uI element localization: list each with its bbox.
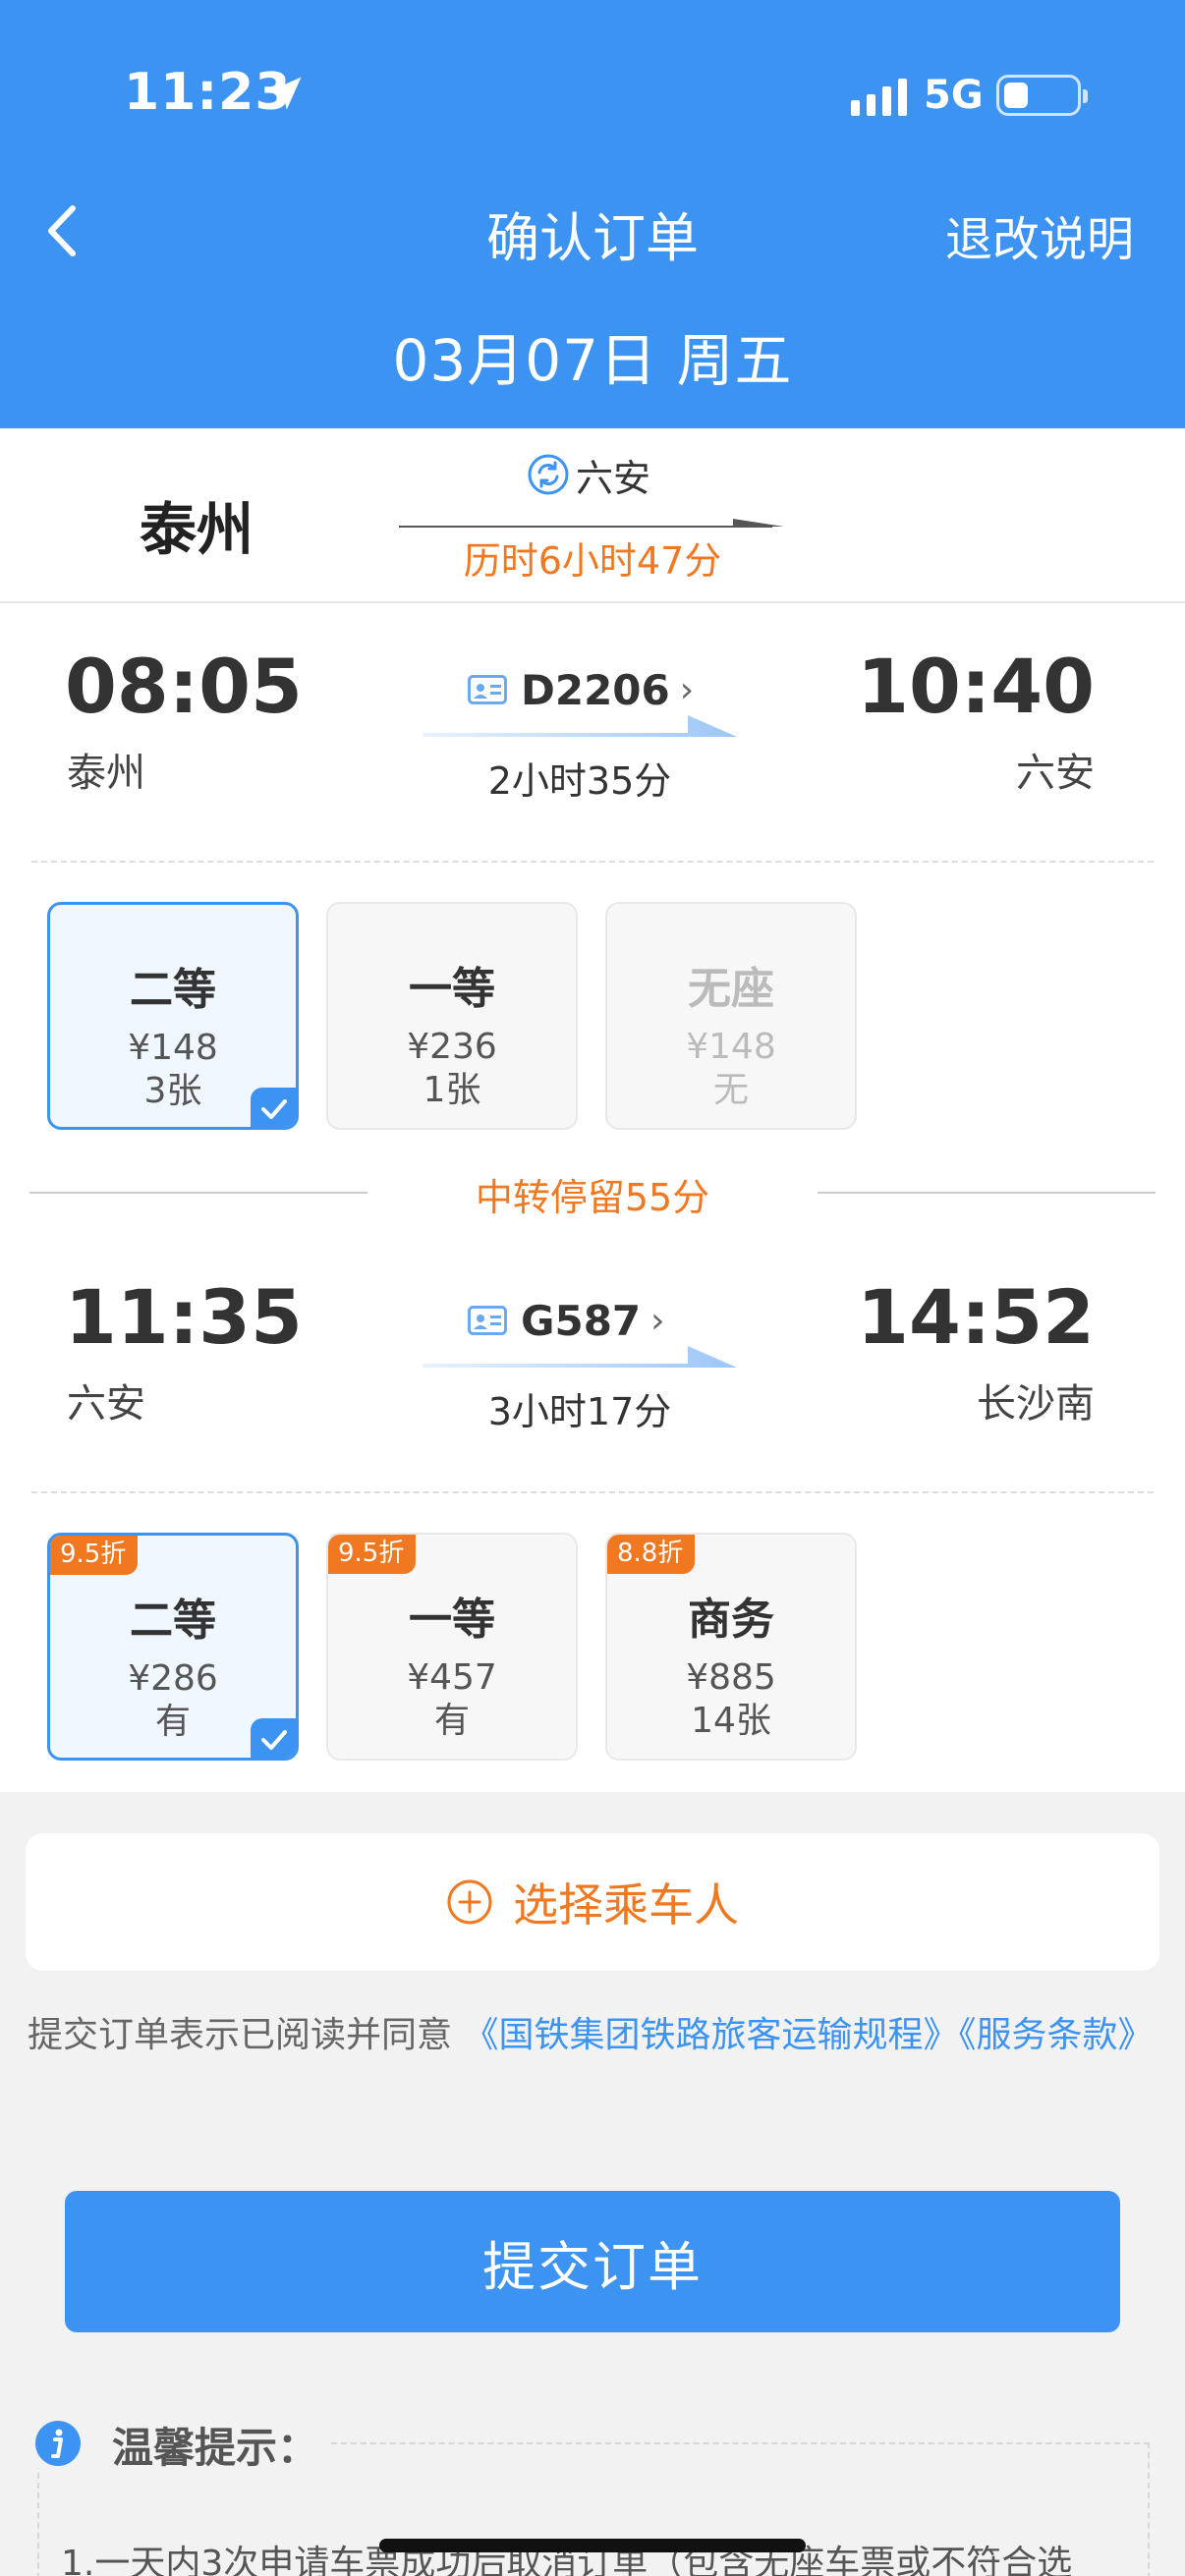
seat-price: ¥885	[686, 1657, 776, 1698]
signal-icon	[851, 79, 907, 116]
seat-card[interactable]: 一等 ¥236 1张	[326, 902, 578, 1130]
route-summary: 泰州 六安 历时6小时47分	[0, 428, 1185, 603]
via-station: 六安	[527, 448, 650, 501]
total-duration: 历时6小时47分	[463, 539, 722, 583]
seat-card[interactable]: 二等 ¥148 3张	[47, 902, 299, 1130]
discount-badge: 9.5折	[328, 1535, 417, 1574]
check-icon	[251, 1718, 296, 1758]
select-passenger-button[interactable]: 选择乘车人	[26, 1833, 1159, 1971]
seat-class: 一等	[409, 964, 495, 1014]
seat-price: ¥148	[686, 1027, 776, 1067]
submit-order-button[interactable]: 提交订单	[65, 2191, 1120, 2332]
seat-price: ¥236	[407, 1027, 497, 1067]
agreement-text: 提交订单表示已阅读并同意 《国铁集团铁路旅客运输规程》《服务条款》	[28, 2000, 1157, 2071]
arrival-time: 14:52	[857, 1273, 1095, 1361]
check-icon	[251, 1088, 296, 1127]
segment-2: 11:35 六安 G587 › 3小时17分 14:52 长沙南	[0, 1234, 1185, 1440]
route-arrow	[399, 519, 784, 528]
seat-price: ¥457	[407, 1657, 497, 1698]
travel-date: 03月07日 周五	[392, 327, 793, 394]
seat-availability: 1张	[423, 1070, 481, 1110]
seat-class: 商务	[688, 1595, 774, 1645]
regulation-link[interactable]: 《国铁集团铁路旅客运输规程》	[463, 2015, 958, 2055]
departure-station: 六安	[67, 1381, 145, 1427]
seat-class: 无座	[688, 964, 774, 1014]
seat-class: 二等	[130, 965, 216, 1015]
seat-card[interactable]: 8.8折 商务 ¥885 14张	[605, 1533, 857, 1761]
battery-icon	[996, 75, 1088, 116]
discount-badge: 9.5折	[50, 1536, 139, 1575]
segment-1: 08:05 泰州 D2206 › 2小时35分 10:40 六安	[0, 603, 1185, 810]
arrival-station: 长沙南	[977, 1381, 1095, 1427]
seat-availability: 有	[433, 1701, 470, 1741]
seat-price: ¥286	[128, 1658, 218, 1699]
add-circle-icon	[447, 1879, 492, 1925]
seat-price: ¥148	[128, 1028, 218, 1068]
id-card-icon	[468, 1306, 507, 1335]
transfer-icon	[528, 454, 569, 495]
refund-change-link[interactable]: 退改说明	[945, 200, 1134, 269]
arrival-station: 六安	[1016, 751, 1095, 796]
seat-class: 二等	[130, 1596, 216, 1646]
segment-arrow	[423, 1346, 737, 1368]
seat-card[interactable]: 9.5折 二等 ¥286 有	[47, 1533, 299, 1761]
trains-section: 08:05 泰州 D2206 › 2小时35分 10:40 六安 二等 ¥148…	[0, 603, 1185, 1792]
id-card-icon	[468, 675, 507, 704]
seat-availability: 14张	[691, 1701, 771, 1741]
home-indicator	[379, 2539, 806, 2552]
segment-duration: 2小时35分	[487, 759, 672, 803]
divider	[31, 1491, 1154, 1493]
seat-card: 无座 ¥148 无	[605, 902, 857, 1130]
network-type: 5G	[924, 73, 984, 118]
divider	[31, 861, 1154, 863]
seat-card[interactable]: 9.5折 一等 ¥457 有	[326, 1533, 578, 1761]
via-label: 六安	[576, 456, 651, 500]
select-passenger-label: 选择乘车人	[513, 1878, 739, 1932]
arrival-time: 10:40	[857, 643, 1095, 730]
seat-availability: 无	[712, 1070, 749, 1110]
departure-station: 泰州	[67, 751, 145, 796]
segment-duration: 3小时17分	[487, 1390, 672, 1433]
chevron-right-icon: ›	[679, 669, 695, 710]
agreement-prefix: 提交订单表示已阅读并同意	[28, 2015, 464, 2055]
terms-link[interactable]: 《服务条款》	[958, 2015, 1153, 2055]
departure-time: 08:05	[65, 643, 303, 730]
discount-badge: 8.8折	[607, 1535, 696, 1574]
location-arrow-icon	[268, 77, 302, 110]
segment-arrow	[423, 715, 737, 737]
tips-title: 温馨提示：	[112, 2424, 319, 2472]
transfer-wait: 中转停留55分	[475, 1176, 710, 1219]
chevron-right-icon: ›	[650, 1300, 665, 1341]
info-icon	[35, 2421, 81, 2466]
transfer-divider: 中转停留55分	[0, 1163, 1185, 1222]
seat-class: 一等	[409, 1595, 495, 1645]
header: 11:23 5G 确认订单 退改说明 03月07日 周五	[0, 0, 1185, 428]
departure-time: 11:35	[65, 1273, 303, 1361]
